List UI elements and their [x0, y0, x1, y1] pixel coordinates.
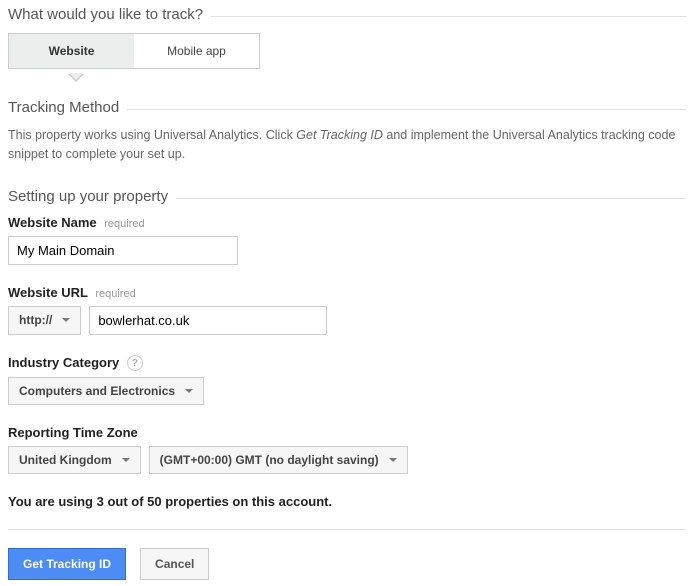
caret-down-icon — [389, 458, 397, 462]
get-tracking-id-button[interactable]: Get Tracking ID — [8, 548, 126, 580]
timezone-gmt-value: (GMT+00:00) GMT (no daylight saving) — [160, 453, 379, 467]
tab-mobile-app[interactable]: Mobile app — [134, 34, 259, 68]
tracking-method-description: This property works using Universal Anal… — [8, 126, 686, 164]
desc-emphasis: Get Tracking ID — [296, 128, 383, 142]
required-text: required — [104, 218, 144, 230]
label-text: Website URL — [8, 285, 88, 300]
protocol-value: http:// — [19, 313, 52, 327]
timezone-gmt-dropdown[interactable]: (GMT+00:00) GMT (no daylight saving) — [149, 446, 408, 474]
usage-text: You are using 3 out of 50 properties on … — [8, 494, 686, 509]
industry-value: Computers and Electronics — [19, 384, 175, 398]
divider-line — [211, 16, 686, 17]
label-text: Website Name — [8, 215, 97, 230]
divider-line — [127, 109, 686, 110]
label-text: Industry Category — [8, 355, 119, 370]
tab-website[interactable]: Website — [9, 34, 134, 68]
divider — [8, 529, 686, 530]
setup-property-title: Setting up your property — [8, 188, 176, 205]
required-text: required — [95, 288, 135, 300]
protocol-dropdown[interactable]: http:// — [8, 306, 81, 335]
website-url-label: Website URL required — [8, 285, 686, 300]
website-name-label: Website Name required — [8, 215, 686, 230]
industry-category-label: Industry Category ? — [8, 355, 686, 372]
desc-pre: This property works using Universal Anal… — [8, 128, 296, 142]
caret-down-icon — [185, 389, 193, 393]
caret-down-icon — [62, 318, 70, 322]
cancel-button[interactable]: Cancel — [140, 548, 209, 580]
tracking-method-title: Tracking Method — [8, 99, 127, 116]
website-url-input[interactable] — [89, 306, 327, 335]
reporting-timezone-label: Reporting Time Zone — [8, 425, 686, 440]
page-title: What would you like to track? — [8, 6, 211, 23]
help-icon[interactable]: ? — [127, 355, 143, 371]
tab-pointer-icon — [8, 75, 686, 85]
timezone-country-dropdown[interactable]: United Kingdom — [8, 446, 141, 474]
industry-category-dropdown[interactable]: Computers and Electronics — [8, 377, 204, 405]
timezone-country-value: United Kingdom — [19, 453, 112, 467]
caret-down-icon — [122, 458, 130, 462]
divider-line — [176, 198, 686, 199]
track-type-tabs: Website Mobile app — [8, 33, 260, 69]
website-name-input[interactable] — [8, 236, 238, 265]
